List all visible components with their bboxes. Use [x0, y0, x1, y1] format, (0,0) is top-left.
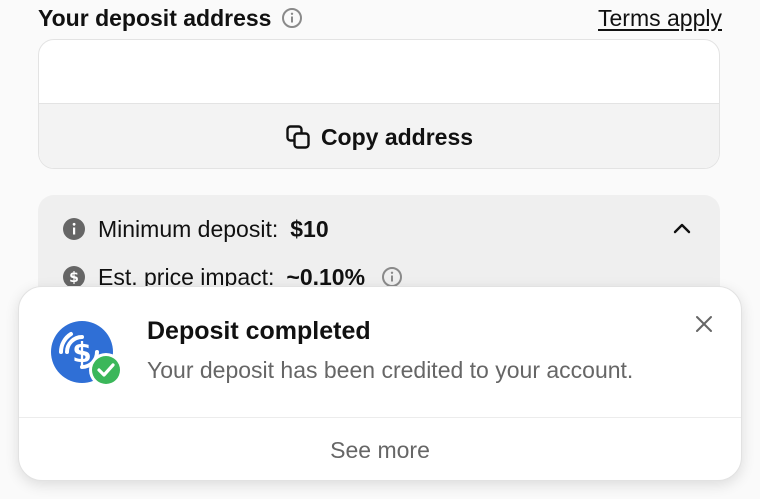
terms-link[interactable]: Terms apply — [598, 5, 722, 32]
toast-message: Your deposit has been credited to your a… — [147, 357, 634, 383]
page-title: Your deposit address — [38, 4, 272, 31]
deposit-address-value[interactable] — [39, 40, 719, 104]
info-icon — [62, 217, 86, 241]
minimum-deposit-value: $10 — [290, 215, 329, 242]
copy-address-label: Copy address — [320, 123, 474, 150]
deposit-address-card: Copy address — [38, 39, 720, 169]
svg-text:$: $ — [72, 336, 91, 369]
header-left: Your deposit address — [38, 5, 303, 32]
deposit-completed-toast: $ Deposit completed Your deposit has bee… — [18, 286, 742, 481]
svg-text:$: $ — [69, 270, 79, 286]
copy-icon — [285, 124, 311, 150]
deposit-address-header: Your deposit address Terms apply — [38, 2, 722, 34]
chevron-up-icon[interactable] — [672, 219, 692, 239]
info-icon[interactable] — [381, 266, 403, 288]
info-icon[interactable] — [281, 7, 303, 29]
copy-address-button[interactable]: Copy address — [39, 104, 719, 168]
check-badge-icon — [89, 353, 123, 387]
see-more-button[interactable]: See more — [19, 418, 741, 480]
minimum-deposit-row: Minimum deposit: $10 — [62, 213, 696, 245]
minimum-deposit-label: Minimum deposit: — [98, 215, 279, 242]
usdc-coin-icon: $ — [49, 319, 125, 391]
toast-title: Deposit completed — [147, 317, 371, 345]
close-icon[interactable] — [693, 313, 715, 335]
deposit-panel: Your deposit address Terms apply Copy ad… — [0, 0, 760, 499]
